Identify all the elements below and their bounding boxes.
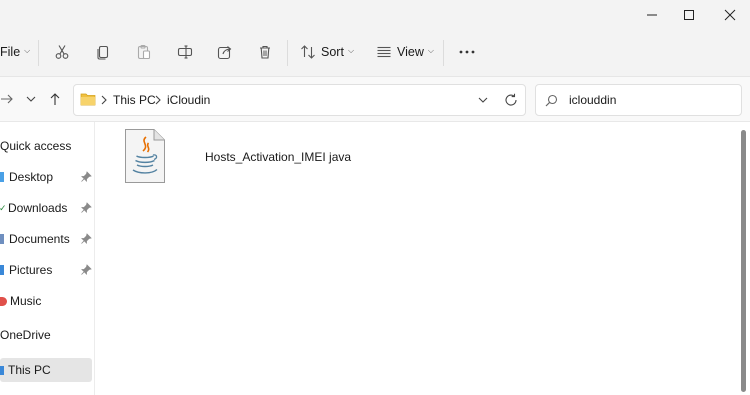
address-dropdown-button[interactable]: [477, 85, 489, 115]
command-bar: File ⌵ Sort ⌵ View ⌵: [0, 30, 750, 77]
pin-icon: [81, 233, 92, 244]
share-icon: [217, 46, 232, 60]
search-input[interactable]: iclouddin: [569, 85, 616, 115]
sidebar-item-onedrive[interactable]: OneDrive: [0, 323, 92, 347]
chevron-down-icon: ⌵: [427, 46, 434, 55]
sort-button[interactable]: Sort ⌵: [300, 30, 354, 74]
java-file-icon: [125, 129, 165, 183]
chevron-down-icon: [26, 96, 36, 102]
share-button[interactable]: [215, 42, 235, 62]
view-icon: [377, 46, 391, 58]
pictures-icon: [0, 265, 4, 275]
recent-locations-button[interactable]: [21, 89, 41, 109]
paste-icon: [137, 44, 151, 60]
file-name: Hosts_Activation_IMEI java: [205, 150, 352, 164]
sidebar-item-label: Documents: [9, 232, 70, 246]
file-menu-button[interactable]: File ⌵: [0, 30, 30, 74]
forward-button[interactable]: [0, 89, 17, 109]
maximize-button[interactable]: [669, 0, 709, 30]
breadcrumb-separator: [100, 85, 108, 115]
delete-button[interactable]: [255, 42, 275, 62]
breadcrumb-this-pc[interactable]: This PC: [113, 85, 156, 115]
chevron-right-icon: [155, 95, 161, 105]
computer-icon: [0, 365, 4, 375]
trash-icon: [260, 45, 270, 59]
sidebar-item-label: Quick access: [0, 139, 72, 153]
cut-button[interactable]: [52, 42, 72, 62]
sidebar-item-downloads[interactable]: ✓ Downloads: [0, 196, 92, 220]
sidebar-item-label: OneDrive: [0, 328, 51, 342]
cut-icon: [55, 45, 69, 59]
sidebar-item-this-pc[interactable]: This PC: [0, 358, 92, 382]
chevron-down-icon: [478, 97, 488, 103]
paste-button[interactable]: [134, 42, 154, 62]
chevron-down-icon: ⌵: [24, 46, 31, 55]
toolbar-divider: [38, 40, 39, 66]
refresh-icon: [505, 93, 517, 106]
rename-button[interactable]: [175, 42, 195, 62]
maximize-icon: [684, 10, 694, 20]
documents-icon: [0, 234, 4, 244]
sidebar-item-label: Desktop: [9, 170, 54, 184]
address-row: This PC iCloudin iclouddin: [0, 77, 750, 122]
sidebar-item-label: Music: [10, 294, 42, 308]
file-menu-label: File: [0, 45, 21, 59]
pin-icon: [81, 171, 92, 182]
file-item[interactable]: Hosts_Activation_IMEI java: [123, 128, 373, 184]
arrow-right-icon: [1, 94, 13, 104]
chevron-right-icon: [101, 95, 107, 105]
view-button[interactable]: View ⌵: [376, 30, 434, 74]
address-bar[interactable]: This PC iCloudin: [73, 84, 526, 116]
title-bar: [0, 0, 750, 30]
close-icon: [724, 9, 736, 21]
folder-icon: [80, 93, 96, 106]
downloads-icon: ✓: [0, 202, 7, 213]
sort-label: Sort: [321, 45, 344, 59]
more-options-icon: [459, 50, 475, 54]
sidebar-item-label: This PC: [8, 363, 51, 377]
see-more-button[interactable]: [457, 42, 477, 62]
music-icon: [0, 296, 7, 306]
vertical-scrollbar[interactable]: [738, 122, 750, 395]
minimize-button[interactable]: [632, 0, 672, 30]
toolbar-divider: [287, 40, 288, 66]
sort-icon: [301, 45, 315, 59]
file-list: Hosts_Activation_IMEI java: [96, 122, 738, 395]
search-box[interactable]: iclouddin: [535, 84, 742, 116]
desktop-icon: [0, 172, 4, 182]
view-label: View: [397, 45, 424, 59]
copy-icon: [97, 45, 109, 60]
navigation-pane: Quick access Desktop ✓ Downloads Documen…: [0, 122, 95, 395]
sidebar-item-quick-access[interactable]: Quick access: [0, 134, 92, 158]
sidebar-item-label: Pictures: [9, 263, 53, 277]
refresh-button[interactable]: [504, 85, 518, 115]
minimize-icon: [647, 14, 657, 16]
sidebar-item-label: Downloads: [8, 201, 68, 215]
pin-icon: [81, 202, 92, 213]
scrollbar-thumb[interactable]: [741, 130, 746, 392]
search-icon: [545, 94, 558, 107]
up-button[interactable]: [45, 89, 65, 109]
pin-icon: [81, 264, 92, 275]
chevron-down-icon: ⌵: [347, 46, 355, 55]
breadcrumb-icloudin[interactable]: iCloudin: [167, 85, 210, 115]
arrow-up-icon: [50, 93, 60, 105]
breadcrumb-separator: [154, 85, 162, 115]
sidebar-item-music[interactable]: Music: [0, 289, 92, 313]
sidebar-item-documents[interactable]: Documents: [0, 227, 92, 251]
toolbar-divider: [443, 40, 444, 66]
rename-icon: [177, 45, 193, 59]
sidebar-item-pictures[interactable]: Pictures: [0, 258, 92, 282]
close-button[interactable]: [710, 0, 750, 30]
copy-button[interactable]: [93, 42, 113, 62]
sidebar-item-desktop[interactable]: Desktop: [0, 165, 92, 189]
